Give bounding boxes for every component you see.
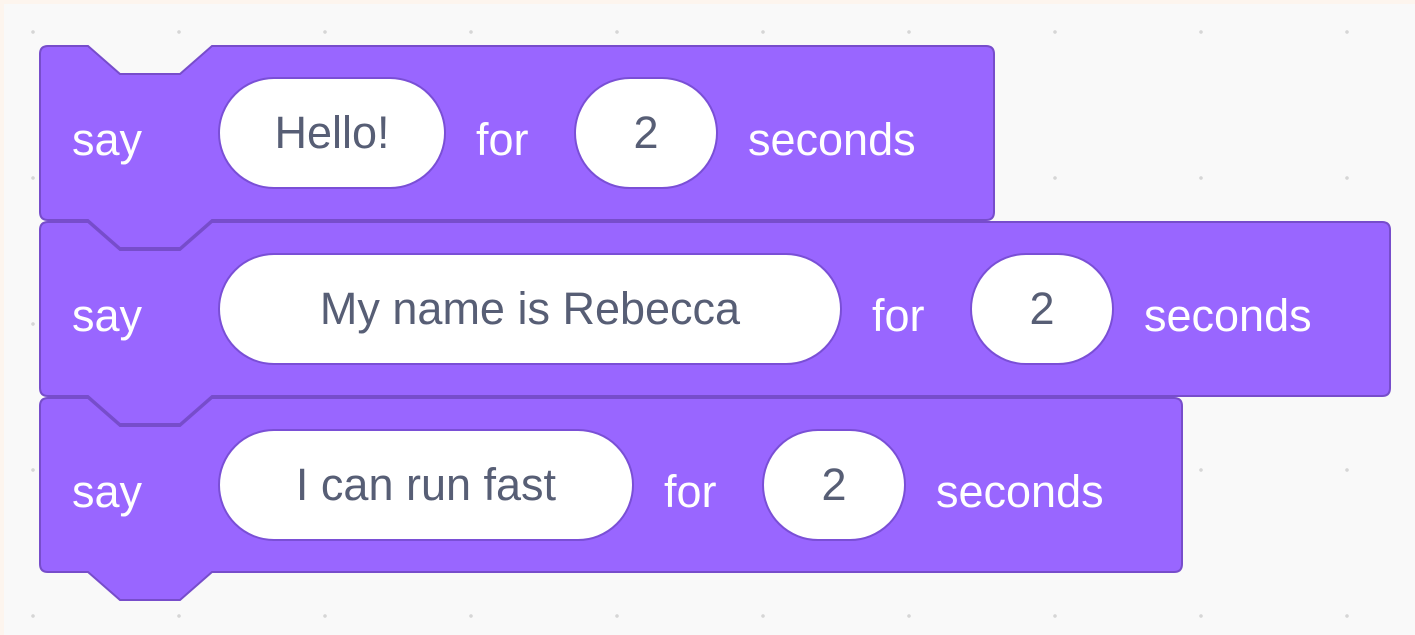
say-keyword: say: [72, 290, 143, 341]
message-input[interactable]: Hello!: [218, 77, 446, 189]
seconds-label: seconds: [936, 466, 1104, 517]
seconds-input[interactable]: 2: [970, 253, 1114, 365]
say-keyword: say: [72, 114, 143, 165]
message-input[interactable]: My name is Rebecca: [218, 253, 842, 365]
for-label: for: [476, 114, 529, 165]
for-label: for: [664, 466, 717, 517]
say-keyword: say: [72, 466, 143, 517]
seconds-label: seconds: [748, 114, 916, 165]
seconds-input[interactable]: 2: [574, 77, 718, 189]
seconds-input[interactable]: 2: [762, 429, 906, 541]
for-label: for: [872, 290, 925, 341]
message-input[interactable]: I can run fast: [218, 429, 634, 541]
seconds-label: seconds: [1144, 290, 1312, 341]
